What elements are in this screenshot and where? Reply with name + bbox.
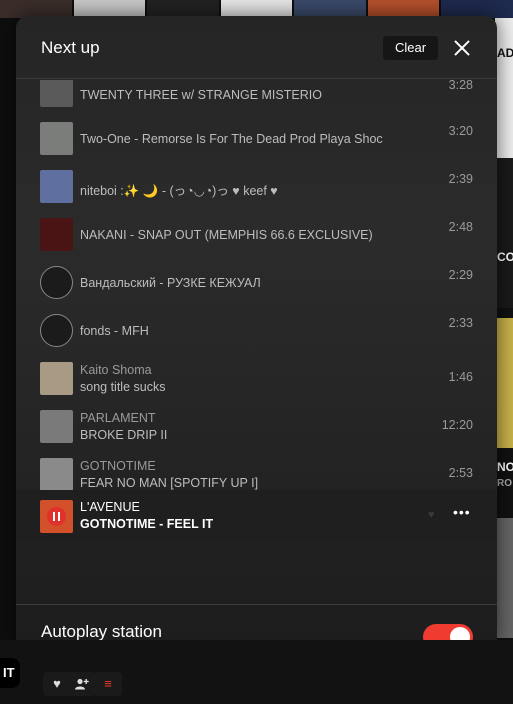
queue-row[interactable]: Kaito Shoma song title sucks 1:46 bbox=[16, 354, 497, 402]
divider bbox=[16, 604, 497, 605]
track-artwork bbox=[40, 218, 73, 251]
album-tile bbox=[495, 318, 513, 448]
track-artwork bbox=[40, 80, 73, 107]
player-bar: IT ♥ ≡ bbox=[0, 640, 513, 704]
queue-row[interactable]: fonds - MFH 2:33 bbox=[16, 306, 497, 354]
queue-row[interactable]: TWENTY THREE w/ STRANGE MISTERIO 3:28 bbox=[16, 80, 497, 114]
queue-row[interactable]: Вандальский - РУЗКЕ КЕЖУАЛ 2:29 bbox=[16, 258, 497, 306]
track-title: NAKANI - SNAP OUT (MEMPHIS 66.6 EXCLUSIV… bbox=[80, 228, 373, 242]
queue-list-icon[interactable]: ≡ bbox=[94, 672, 122, 696]
album-tile bbox=[495, 158, 513, 308]
track-artist: L'AVENUE bbox=[80, 500, 140, 514]
pause-icon[interactable] bbox=[47, 507, 66, 526]
track-title: Two-One - Remorse Is For The Dead Prod P… bbox=[80, 132, 383, 146]
more-options-icon[interactable]: ••• bbox=[453, 504, 471, 520]
track-title: FEAR NO MAN [SPOTIFY UP I] bbox=[80, 476, 259, 490]
bg-text: RO bbox=[497, 478, 512, 489]
track-artist: PARLAMENT bbox=[80, 411, 156, 425]
track-artwork bbox=[40, 410, 73, 443]
track-duration: 3:28 bbox=[448, 80, 473, 92]
track-duration: 2:48 bbox=[448, 220, 473, 234]
album-tile bbox=[495, 518, 513, 638]
like-heart-icon[interactable]: ♥ bbox=[428, 509, 435, 521]
track-duration: 2:39 bbox=[448, 172, 473, 186]
track-artwork bbox=[40, 170, 73, 203]
autoplay-label: Autoplay station bbox=[41, 622, 162, 641]
track-title: niteboi :✨ 🌙 - (っ◔◡◔)っ ♥ keef ♥ bbox=[80, 184, 278, 198]
track-title: BROKE DRIP II bbox=[80, 428, 168, 442]
track-artist: GOTNOTIME bbox=[80, 459, 156, 473]
now-playing-row[interactable]: L'AVENUE GOTNOTIME - FEEL IT ♥ ••• bbox=[16, 490, 497, 540]
player-tag: IT bbox=[0, 658, 20, 688]
track-artist: Kaito Shoma bbox=[80, 363, 152, 377]
next-up-panel: Next up Clear TWENTY THREE w/ STRANGE MI… bbox=[16, 16, 497, 644]
queue-row[interactable]: NAKANI - SNAP OUT (MEMPHIS 66.6 EXCLUSIV… bbox=[16, 210, 497, 258]
heart-icon[interactable]: ♥ bbox=[43, 672, 71, 696]
track-title: fonds - MFH bbox=[80, 324, 149, 338]
track-artwork bbox=[40, 122, 73, 155]
track-duration: 2:29 bbox=[448, 268, 473, 282]
track-title: Вандальский - РУЗКЕ КЕЖУАЛ bbox=[80, 276, 261, 290]
follow-user-icon[interactable] bbox=[68, 672, 96, 696]
panel-title: Next up bbox=[41, 38, 100, 57]
track-artwork bbox=[40, 362, 73, 395]
panel-header: Next up Clear bbox=[16, 16, 497, 79]
clear-queue-button[interactable]: Clear bbox=[383, 36, 439, 60]
track-duration: 2:53 bbox=[448, 466, 473, 480]
track-duration: 3:20 bbox=[448, 124, 473, 138]
queue-row[interactable]: niteboi :✨ 🌙 - (っ◔◡◔)っ ♥ keef ♥ 2:39 bbox=[16, 162, 497, 210]
close-icon[interactable] bbox=[452, 38, 472, 58]
track-duration: 1:46 bbox=[448, 370, 473, 384]
bg-text: NO bbox=[497, 460, 513, 474]
track-duration: 12:20 bbox=[441, 418, 473, 432]
queue-list: TWENTY THREE w/ STRANGE MISTERIO 3:28 Tw… bbox=[16, 80, 497, 540]
track-duration: 2:33 bbox=[448, 316, 473, 330]
background-right-column: AD CO NO RO bbox=[495, 18, 513, 638]
queue-row[interactable]: Two-One - Remorse Is For The Dead Prod P… bbox=[16, 114, 497, 162]
track-artwork bbox=[40, 314, 73, 347]
bg-text: CO bbox=[497, 250, 513, 264]
track-title: TWENTY THREE w/ STRANGE MISTERIO bbox=[80, 88, 322, 102]
bg-text: AD bbox=[497, 46, 513, 60]
track-artwork bbox=[40, 458, 73, 491]
album-tile bbox=[495, 18, 513, 158]
track-title: GOTNOTIME - FEEL IT bbox=[80, 517, 214, 531]
track-artwork bbox=[40, 266, 73, 299]
queue-row[interactable]: PARLAMENT BROKE DRIP II 12:20 bbox=[16, 402, 497, 450]
track-title: song title sucks bbox=[80, 380, 166, 394]
